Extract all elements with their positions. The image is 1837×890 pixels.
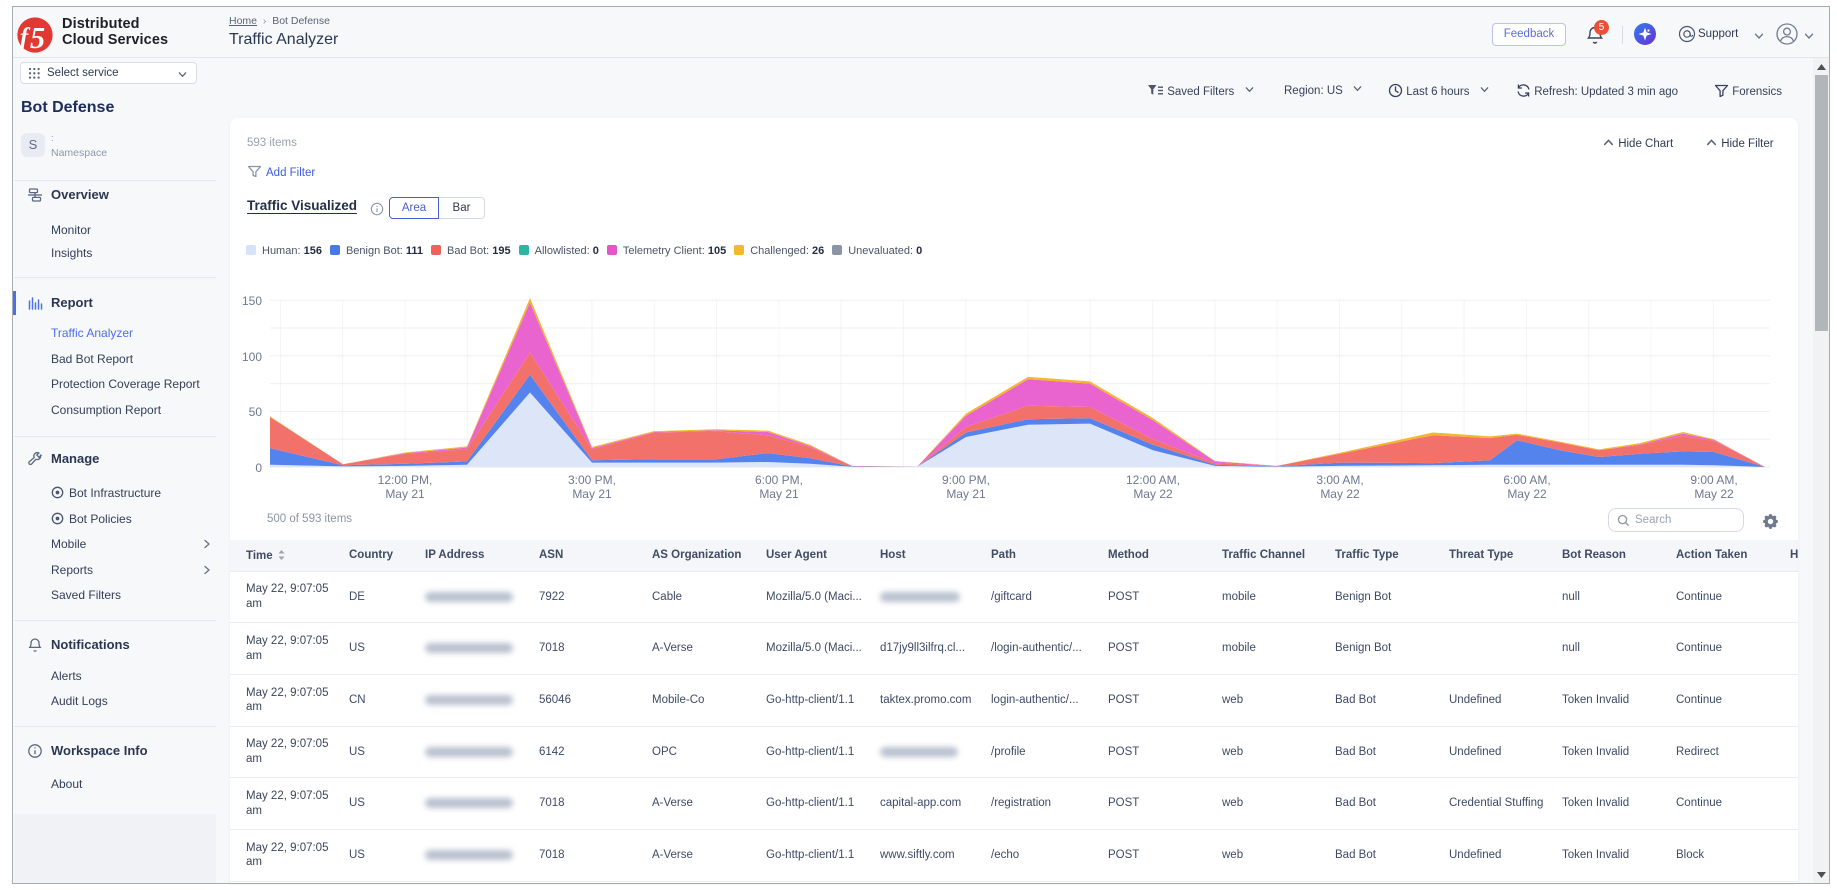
svg-text:5: 5	[30, 21, 45, 53]
